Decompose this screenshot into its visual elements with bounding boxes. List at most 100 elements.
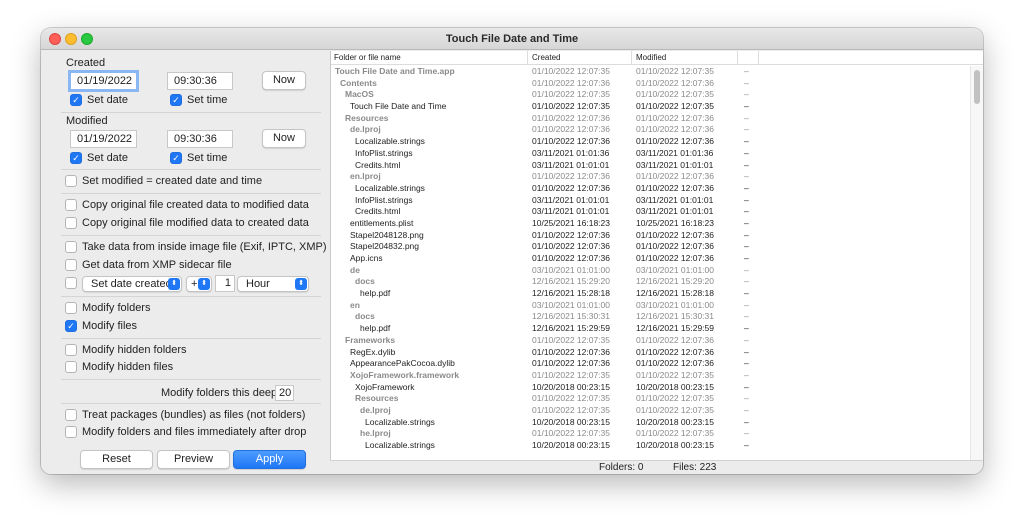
- table-row[interactable]: help.pdf 12/16/2021 15:28:18 12/16/2021 15…: [331, 288, 971, 300]
- table-row[interactable]: Stapel204832.png 01/10/2022 12:07:36 01/10…: [331, 241, 971, 253]
- column-header-modified[interactable]: Modified: [633, 51, 738, 65]
- table-row[interactable]: de.lproj 01/10/2022 12:07:35 01/10/2022 12…: [331, 405, 971, 417]
- get-data-from-xmp-checkbox[interactable]: Get data from XMP sidecar file: [65, 259, 232, 271]
- table-row[interactable]: Stapel2048128.png 01/10/2022 12:07:36 01/1…: [331, 230, 971, 242]
- modified-cell: 12/16/2021 15:30:31: [636, 311, 714, 322]
- table-row[interactable]: Credits.html 03/11/2021 01:01:01 03/11/202…: [331, 206, 971, 218]
- modify-hidden-folders-checkbox[interactable]: Modify hidden folders: [65, 344, 187, 356]
- offset-mode-popup[interactable]: Set date created ⬍: [82, 276, 182, 292]
- file-name-cell: Localizable.strings: [365, 416, 435, 427]
- table-row[interactable]: de.lproj 01/10/2022 12:07:36 01/10/2022 12…: [331, 124, 971, 136]
- file-name-cell: de.lproj: [360, 404, 391, 415]
- modify-hidden-files-checkbox[interactable]: Modify hidden files: [65, 361, 173, 373]
- created-set-date-label: Set date: [87, 94, 128, 106]
- minimize-window-button[interactable]: [65, 33, 77, 45]
- table-row[interactable]: Contents 01/10/2022 12:07:36 01/10/2022 12…: [331, 78, 971, 90]
- depth-field[interactable]: 20: [275, 385, 294, 401]
- modified-now-button[interactable]: Now: [262, 129, 306, 148]
- created-time-field[interactable]: 09:30:36: [167, 72, 233, 90]
- modified-set-date-checkbox[interactable]: ✓ Set date: [70, 152, 128, 164]
- offset-unit-popup[interactable]: Hour ⬍: [237, 276, 309, 292]
- take-data-from-image-checkbox[interactable]: Take data from inside image file (Exif, …: [65, 241, 327, 253]
- table-row[interactable]: Localizable.strings 10/20/2018 00:23:15 10…: [331, 440, 971, 452]
- table-row[interactable]: Touch File Date and Time.app 01/10/2022 1…: [331, 66, 971, 78]
- column-header-name[interactable]: Folder or file name: [331, 51, 528, 65]
- offset-unit-value: Hour: [246, 278, 270, 290]
- created-cell: 12/16/2021 15:28:18: [532, 288, 610, 299]
- table-row[interactable]: Frameworks 01/10/2022 12:07:35 01/10/2022 …: [331, 335, 971, 347]
- offset-checkbox[interactable]: [65, 277, 77, 289]
- table-row[interactable]: entitlements.plist 10/25/2021 16:18:23 10/…: [331, 218, 971, 230]
- table-row[interactable]: XojoFramework 10/20/2018 00:23:15 10/20/20…: [331, 382, 971, 394]
- extra-cell: –: [744, 171, 749, 182]
- table-row[interactable]: Resources 01/10/2022 12:07:35 01/10/2022 1…: [331, 393, 971, 405]
- file-name-cell: en.lproj: [350, 171, 381, 182]
- extra-cell: –: [744, 194, 749, 205]
- extra-cell: –: [744, 311, 749, 322]
- table-row[interactable]: de 03/10/2021 01:01:00 03/10/2021 01:01:00…: [331, 265, 971, 277]
- modified-set-time-checkbox[interactable]: ✓ Set time: [170, 152, 227, 164]
- table-row[interactable]: Credits.html 03/11/2021 01:01:01 03/11/202…: [331, 160, 971, 172]
- table-row[interactable]: Localizable.strings 01/10/2022 12:07:36 01…: [331, 136, 971, 148]
- title-bar[interactable]: Touch File Date and Time: [41, 28, 983, 50]
- file-name-cell: Credits.html: [355, 159, 401, 170]
- scrollbar-thumb[interactable]: [974, 70, 980, 104]
- table-row[interactable]: docs 12/16/2021 15:29:20 12/16/2021 15:29:…: [331, 276, 971, 288]
- table-row[interactable]: AppearancePakCocoa.dylib 01/10/2022 12:07…: [331, 358, 971, 370]
- file-list[interactable]: Touch File Date and Time.app 01/10/2022 1…: [331, 66, 971, 452]
- table-row[interactable]: App.icns 01/10/2022 12:07:36 01/10/2022 12…: [331, 253, 971, 265]
- offset-amount-field[interactable]: 1: [215, 275, 235, 292]
- modify-folders-checkbox[interactable]: Modify folders: [65, 302, 150, 314]
- modified-cell: 01/10/2022 12:07:35: [636, 393, 714, 404]
- treat-packages-checkbox[interactable]: Treat packages (bundles) as files (not f…: [65, 409, 305, 421]
- file-name-cell: Resources: [355, 393, 399, 404]
- table-row[interactable]: Resources 01/10/2022 12:07:36 01/10/2022 1…: [331, 113, 971, 125]
- created-date-field[interactable]: 01/19/2022: [68, 70, 139, 92]
- set-modified-equals-created-checkbox[interactable]: Set modified = created date and time: [65, 175, 262, 187]
- modified-cell: 01/10/2022 12:07:36: [636, 253, 714, 263]
- close-window-button[interactable]: [49, 33, 61, 45]
- modified-time-field[interactable]: 09:30:36: [167, 130, 233, 148]
- table-row[interactable]: InfoPlist.strings 03/11/2021 01:01:36 03/1…: [331, 148, 971, 160]
- table-row[interactable]: Localizable.strings 01/10/2022 12:07:36 01…: [331, 183, 971, 195]
- apply-button[interactable]: Apply: [233, 450, 306, 469]
- table-row[interactable]: RegEx.dylib 01/10/2022 12:07:36 01/10/2022…: [331, 347, 971, 359]
- table-row[interactable]: help.pdf 12/16/2021 15:29:59 12/16/2021 15…: [331, 323, 971, 335]
- vertical-scrollbar[interactable]: [970, 66, 983, 460]
- table-row[interactable]: Localizable.strings 10/20/2018 00:23:15 10…: [331, 417, 971, 429]
- table-row[interactable]: InfoPlist.strings 03/11/2021 01:01:01 03/1…: [331, 195, 971, 207]
- copy-modified-to-created-checkbox[interactable]: Copy original file modified data to crea…: [65, 217, 309, 229]
- modified-cell: 01/10/2022 12:07:36: [636, 182, 714, 193]
- table-row[interactable]: docs 12/16/2021 15:30:31 12/16/2021 15:30:…: [331, 311, 971, 323]
- offset-sign-popup[interactable]: + ⬍: [186, 276, 212, 292]
- extra-cell: –: [744, 101, 749, 112]
- copy-created-to-modified-checkbox[interactable]: Copy original file created data to modif…: [65, 199, 309, 211]
- reset-button[interactable]: Reset: [80, 450, 153, 469]
- created-cell: 03/11/2021 01:01:36: [532, 147, 610, 158]
- created-cell: 01/10/2022 12:07:36: [532, 136, 610, 147]
- modify-files-checkbox[interactable]: ✓ Modify files: [65, 320, 137, 332]
- preview-button[interactable]: Preview: [157, 450, 230, 469]
- modify-after-drop-checkbox[interactable]: Modify folders and files immediately aft…: [65, 426, 306, 438]
- file-name-cell: de: [350, 264, 360, 275]
- table-row[interactable]: XojoFramework.framework 01/10/2022 12:07:…: [331, 370, 971, 382]
- extra-cell: –: [744, 89, 749, 100]
- extra-cell: –: [744, 358, 749, 369]
- modified-date-field[interactable]: 01/19/2022: [70, 130, 137, 148]
- table-row[interactable]: en 03/10/2021 01:01:00 03/10/2021 01:01:00…: [331, 300, 971, 312]
- column-header-created[interactable]: Created: [529, 51, 632, 65]
- table-row[interactable]: MacOS 01/10/2022 12:07:35 01/10/2022 12:07…: [331, 89, 971, 101]
- extra-cell: –: [744, 264, 749, 275]
- created-now-button[interactable]: Now: [262, 71, 306, 90]
- created-set-time-checkbox[interactable]: ✓ Set time: [170, 94, 227, 106]
- table-row[interactable]: he.lproj 01/10/2022 12:07:35 01/10/2022 12…: [331, 428, 971, 440]
- extra-cell: –: [744, 404, 749, 415]
- created-set-date-checkbox[interactable]: ✓ Set date: [70, 94, 128, 106]
- zoom-window-button[interactable]: [81, 33, 93, 45]
- table-row[interactable]: Touch File Date and Time 01/10/2022 12:07…: [331, 101, 971, 113]
- file-name-cell: de.lproj: [350, 124, 381, 135]
- divider: [61, 403, 321, 404]
- column-header-blank: [760, 51, 966, 65]
- modify-hidden-folders-label: Modify hidden folders: [82, 344, 187, 356]
- table-row[interactable]: en.lproj 01/10/2022 12:07:36 01/10/2022 12…: [331, 171, 971, 183]
